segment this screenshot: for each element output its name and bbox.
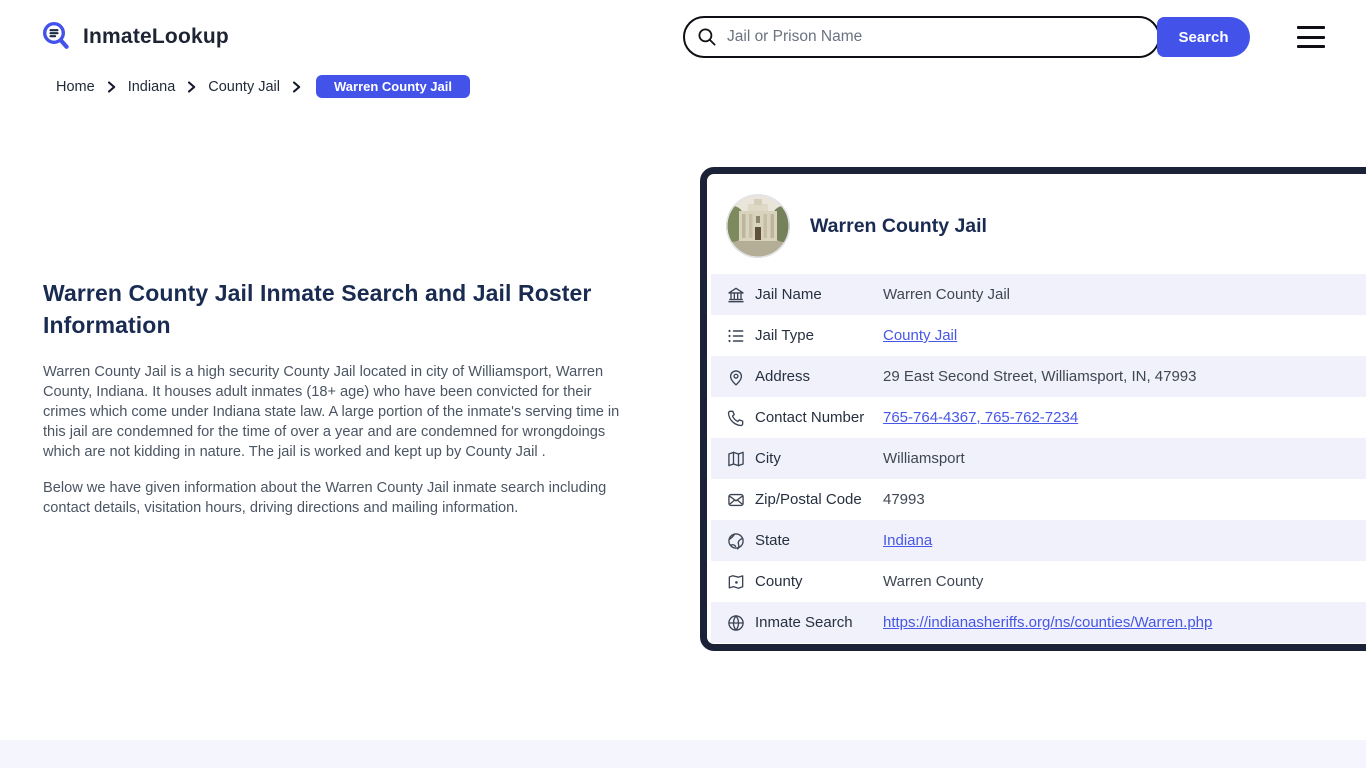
intro-paragraph: Warren County Jail is a high security Co… [43,364,620,460]
breadcrumb-home[interactable]: Home [56,79,95,95]
table-row-state: State Indiana [711,520,1366,561]
table-row-inmate-search: Inmate Search https://indianasheriffs.or… [711,602,1366,643]
search-button[interactable]: Search [1157,17,1250,57]
inmate-search-link[interactable]: https://indianasheriffs.org/ns/counties/… [883,614,1212,631]
table-row-city: City Williamsport [711,438,1366,479]
search-input[interactable] [683,16,1160,58]
breadcrumb: Home Indiana County Jail Warren County J… [56,75,470,98]
table-row-address: Address 29 East Second Street, Williamsp… [711,356,1366,397]
phone-icon [726,408,746,428]
row-value: Warren County Jail [883,286,1010,303]
row-value: 29 East Second Street, Williamsport, IN,… [883,368,1197,385]
breadcrumb-current-badge[interactable]: Warren County Jail [316,75,470,98]
breadcrumb-county-jail[interactable]: County Jail [208,79,280,95]
county-map-icon [726,572,746,592]
page-title: Warren County Jail Inmate Search and Jai… [43,280,592,338]
chevron-right-icon [291,80,302,93]
card-header: Warren County Jail [711,178,1366,274]
table-row-contact-number: Contact Number 765-764-4367, 765-762-723… [711,397,1366,438]
mail-icon [726,490,746,510]
row-label: Jail Type [755,327,814,344]
table-row-jail-name: Jail Name Warren County Jail [711,274,1366,315]
page: InmateLookup Search Home Indiana County … [0,0,1366,768]
row-label: Zip/Postal Code [755,491,862,508]
table-row-county: County Warren County [711,561,1366,602]
row-label: Inmate Search [755,614,853,631]
row-label: Address [755,368,811,385]
state-link[interactable]: Indiana [883,532,932,549]
jail-details-table: Jail Name Warren County Jail Jail Type C… [711,274,1366,643]
card-title: Warren County Jail [810,214,987,237]
row-label: Jail Name [755,286,822,303]
table-row-jail-type: Jail Type County Jail [711,315,1366,356]
row-label: City [755,450,781,467]
list-icon [726,326,746,346]
globe-icon [726,531,746,551]
search-bar: Search [683,16,1250,58]
jail-type-link[interactable]: County Jail [883,327,957,344]
main-content: Warren County Jail Inmate Search and Jai… [43,277,631,518]
table-row-zip: Zip/Postal Code 47993 [711,479,1366,520]
map-icon [726,449,746,469]
row-value: Williamsport [883,450,965,467]
contact-number-link[interactable]: 765-764-4367, 765-762-7234 [883,409,1078,426]
row-label: Contact Number [755,409,865,426]
map-pin-icon [726,367,746,387]
logo[interactable]: InmateLookup [40,20,229,54]
logo-search-icon [40,20,74,54]
chevron-right-icon [186,80,197,93]
jail-info-card: Warren County Jail Jail Name Warren Coun… [700,167,1366,651]
info-paragraph: Below we have given information about th… [43,480,607,516]
jail-photo [726,194,790,258]
row-label: County [755,573,803,590]
row-value: 47993 [883,491,925,508]
row-value: Warren County [883,573,984,590]
bank-icon [726,285,746,305]
menu-icon[interactable] [1297,26,1325,48]
breadcrumb-indiana[interactable]: Indiana [128,79,176,95]
logo-text: InmateLookup [83,25,229,48]
row-label: State [755,532,791,549]
footer-strip [0,740,1366,768]
chevron-right-icon [106,80,117,93]
web-icon [726,613,746,633]
